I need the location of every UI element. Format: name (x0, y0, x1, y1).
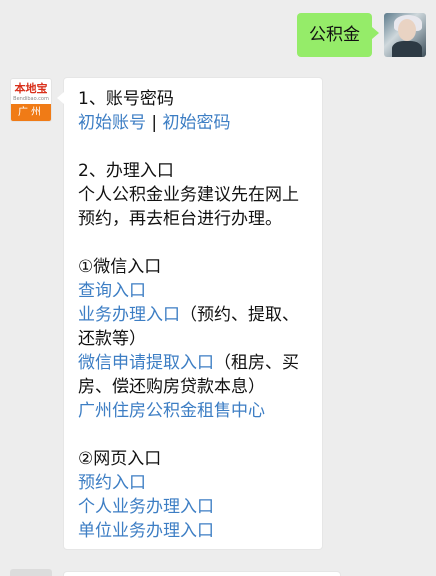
bot-avatar-logo: 本地宝 (14, 82, 48, 95)
bot-avatar-city: 广州 (11, 104, 51, 121)
web-entry-title: ②网页入口 (78, 449, 162, 469)
avatar-body (392, 41, 422, 57)
next-message-avatar (10, 569, 52, 576)
section-entry-title: 2、办理入口 (78, 161, 174, 181)
outgoing-message-text: 公积金 (309, 25, 360, 45)
outgoing-message-row: 公积金 (297, 13, 426, 57)
bot-avatar-site: Bendibao.com (13, 96, 49, 102)
user-avatar[interactable] (384, 13, 426, 57)
wechat-entry-title: ①微信入口 (78, 257, 162, 277)
initial-account-link[interactable]: 初始账号 (78, 113, 146, 133)
web-booking-link[interactable]: 预约入口 (78, 473, 146, 493)
initial-password-link[interactable]: 初始密码 (163, 113, 231, 133)
link-separator: | (146, 113, 163, 133)
wechat-rental-row: 广州住房公积金租售中心 (78, 399, 310, 423)
section-entry-description: 个人公积金业务建议先在网上预约，再去柜台进行办理。 (78, 185, 299, 229)
web-unit-row: 单位业务办理入口 (78, 519, 310, 543)
wechat-withdraw-row: 微信申请提取入口（租房、买房、偿还购房贷款本息） (78, 351, 310, 399)
web-personal-row: 个人业务办理入口 (78, 495, 310, 519)
wechat-business-row: 业务办理入口（预约、提取、还款等） (78, 303, 310, 351)
wechat-query-link[interactable]: 查询入口 (78, 281, 146, 301)
wechat-business-link[interactable]: 业务办理入口 (78, 305, 180, 325)
next-message-bubble (63, 571, 341, 576)
personal-business-link[interactable]: 个人业务办理入口 (78, 497, 214, 517)
section-account-title: 1、账号密码 (78, 89, 174, 109)
wechat-withdraw-link[interactable]: 微信申请提取入口 (78, 353, 214, 373)
web-booking-row: 预约入口 (78, 471, 310, 495)
chat-window: 公积金 本地宝 Bendibao.com 广州 1、账号密码 初始账号 | 初始… (0, 0, 436, 576)
outgoing-message-bubble[interactable]: 公积金 (297, 13, 379, 57)
incoming-message-bubble: 1、账号密码 初始账号 | 初始密码 2、办理入口 个人公积金业务建议先在网上预… (57, 77, 323, 550)
unit-business-link[interactable]: 单位业务办理入口 (78, 521, 214, 541)
account-links-row: 初始账号 | 初始密码 (78, 111, 310, 135)
avatar-face (398, 19, 416, 41)
wechat-query-row: 查询入口 (78, 279, 310, 303)
rental-center-link[interactable]: 广州住房公积金租售中心 (78, 401, 265, 421)
bot-avatar[interactable]: 本地宝 Bendibao.com 广州 (10, 78, 52, 122)
